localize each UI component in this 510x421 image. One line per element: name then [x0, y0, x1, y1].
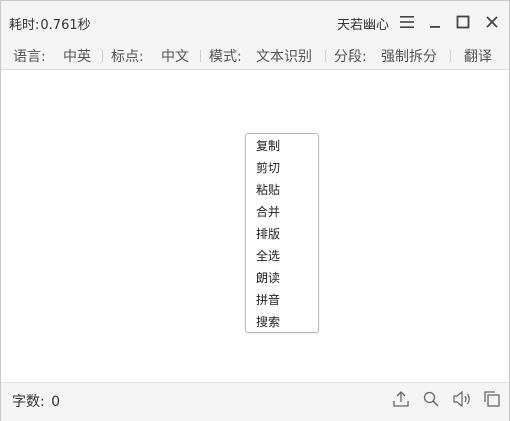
options-bar: 语言: 中英 标点: 中文 模式: 文本识别 分段: 强制拆分 翻译: [1, 41, 509, 70]
menu-button[interactable]: [398, 13, 416, 31]
upload-icon: [392, 390, 410, 412]
language-option[interactable]: 中英: [63, 46, 91, 66]
divider: [102, 50, 103, 62]
menu-item-merge[interactable]: 合并: [256, 203, 280, 221]
elapsed-time: 耗时:0.761秒: [9, 14, 91, 33]
maximize-icon: [456, 15, 470, 29]
search-button[interactable]: [421, 391, 441, 411]
menu-icon: [399, 15, 415, 29]
menu-item-layout[interactable]: 排版: [256, 225, 280, 243]
translate-option[interactable]: 翻译: [464, 46, 492, 66]
context-menu: 复制 剪切 粘贴 合并 排版 全选 朗读 拼音 搜索: [245, 133, 319, 333]
app-window: 耗时:0.761秒 天若幽心 语言: 中英 标点: 中文 模式: 文本识别 分段…: [0, 0, 510, 421]
user-name[interactable]: 天若幽心: [337, 14, 389, 33]
search-icon: [422, 390, 440, 412]
menu-item-read-aloud[interactable]: 朗读: [256, 269, 280, 287]
read-aloud-button[interactable]: [452, 390, 472, 412]
status-bar: 字数: 0: [1, 382, 509, 421]
mode-label: 模式:: [209, 49, 242, 65]
copy-button[interactable]: [482, 391, 502, 411]
segment-label: 分段:: [334, 49, 367, 65]
word-count-label: 字数:: [12, 394, 45, 410]
close-button[interactable]: [483, 13, 501, 31]
minimize-icon: [428, 15, 442, 29]
menu-item-cut[interactable]: 剪切: [256, 159, 280, 177]
menu-item-paste[interactable]: 粘贴: [256, 181, 280, 199]
punctuation-option[interactable]: 中文: [161, 46, 189, 66]
title-bar: 耗时:0.761秒 天若幽心: [1, 1, 509, 41]
upload-button[interactable]: [391, 391, 411, 411]
segment-option[interactable]: 强制拆分: [381, 46, 437, 66]
divider: [450, 50, 451, 62]
close-icon: [485, 15, 499, 29]
divider: [325, 50, 326, 62]
word-count-value: 0: [51, 394, 61, 410]
menu-item-pinyin[interactable]: 拼音: [256, 291, 280, 309]
word-count: 字数: 0: [12, 391, 60, 411]
menu-item-copy[interactable]: 复制: [256, 137, 280, 155]
elapsed-time-label: 耗时:: [9, 18, 40, 33]
minimize-button[interactable]: [426, 13, 444, 31]
copy-icon: [483, 390, 501, 412]
elapsed-time-value: 0.761秒: [40, 18, 91, 33]
menu-item-search[interactable]: 搜索: [256, 313, 280, 331]
punctuation-label: 标点:: [111, 49, 144, 65]
speaker-icon: [452, 390, 472, 412]
language-label: 语言:: [13, 49, 46, 65]
divider: [200, 50, 201, 62]
mode-option[interactable]: 文本识别: [256, 46, 312, 66]
menu-item-select-all[interactable]: 全选: [256, 247, 280, 265]
maximize-button[interactable]: [454, 13, 472, 31]
